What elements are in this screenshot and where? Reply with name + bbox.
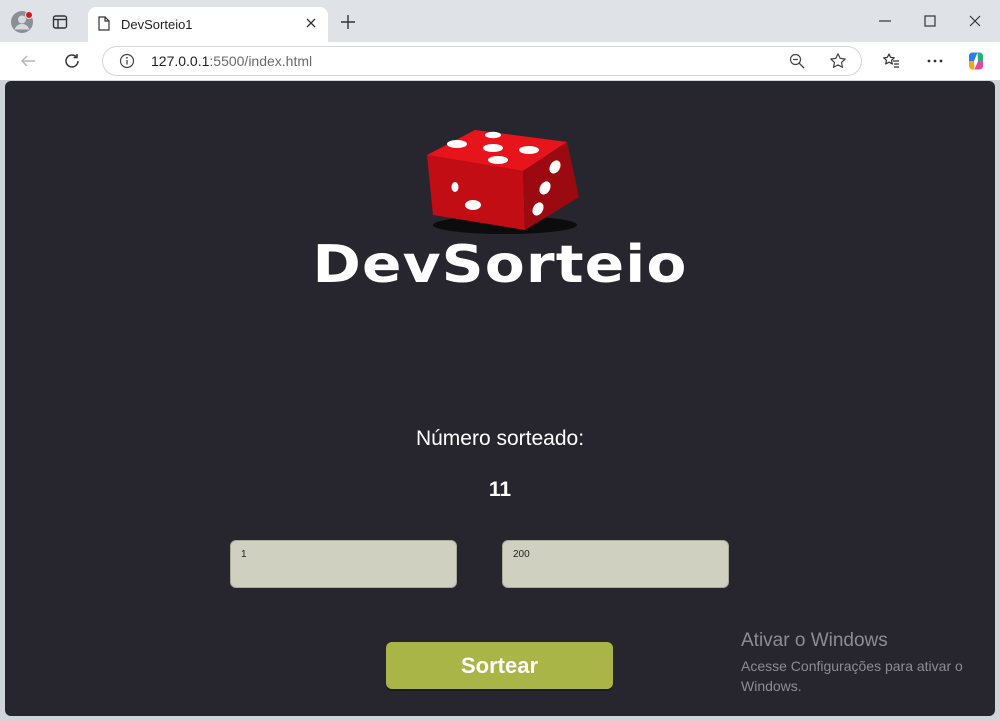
site-info-icon[interactable] (119, 53, 135, 69)
back-icon[interactable] (19, 52, 37, 70)
address-bar[interactable]: 127.0.0.1:5500/index.html (102, 46, 862, 76)
close-tab-icon[interactable] (304, 16, 318, 30)
tab-title: DevSorteio1 (121, 17, 193, 32)
favorite-star-icon[interactable] (829, 52, 847, 70)
new-tab-icon[interactable] (340, 14, 356, 30)
url-path: :5500/index.html (209, 53, 313, 69)
windows-activation-watermark: Ativar o Windows Acesse Configurações pa… (741, 630, 981, 696)
activation-line1: Acesse Configurações para ativar o (741, 658, 963, 674)
browser-toolbar: 127.0.0.1:5500/index.html (0, 42, 1000, 80)
url-text[interactable]: 127.0.0.1:5500/index.html (151, 53, 312, 69)
result-value: 11 (488, 478, 512, 501)
browser-tab[interactable]: DevSorteio1 (88, 7, 328, 42)
activation-title: Ativar o Windows (741, 630, 888, 651)
profile-avatar-icon[interactable] (11, 11, 33, 33)
close-window-icon[interactable] (967, 13, 983, 29)
tab-actions-icon[interactable] (52, 14, 68, 30)
url-host: 127.0.0.1 (151, 53, 210, 69)
min-number-input[interactable] (230, 540, 457, 588)
logo-text: DevSorteio (312, 235, 688, 295)
page-icon (98, 16, 110, 31)
result-label: Número sorteado: (415, 427, 585, 450)
dice-logo-icon (427, 130, 579, 234)
maximize-icon[interactable] (922, 13, 938, 29)
copilot-icon[interactable] (965, 50, 987, 72)
sortear-button[interactable]: Sortear (386, 642, 613, 689)
browser-titlebar: DevSorteio1 (0, 0, 1000, 42)
reload-icon[interactable] (63, 52, 81, 70)
page-viewport: DevSorteio Número sorteado: 11 Sortear A… (5, 81, 995, 716)
favorites-list-icon[interactable] (882, 52, 900, 70)
minimize-icon[interactable] (877, 13, 893, 29)
max-number-input[interactable] (502, 540, 729, 588)
activation-message: Acesse Configurações para ativar o Window… (741, 656, 981, 696)
activation-line2: Windows. (741, 678, 802, 694)
more-options-icon[interactable] (926, 52, 944, 70)
zoom-out-icon[interactable] (789, 53, 805, 69)
